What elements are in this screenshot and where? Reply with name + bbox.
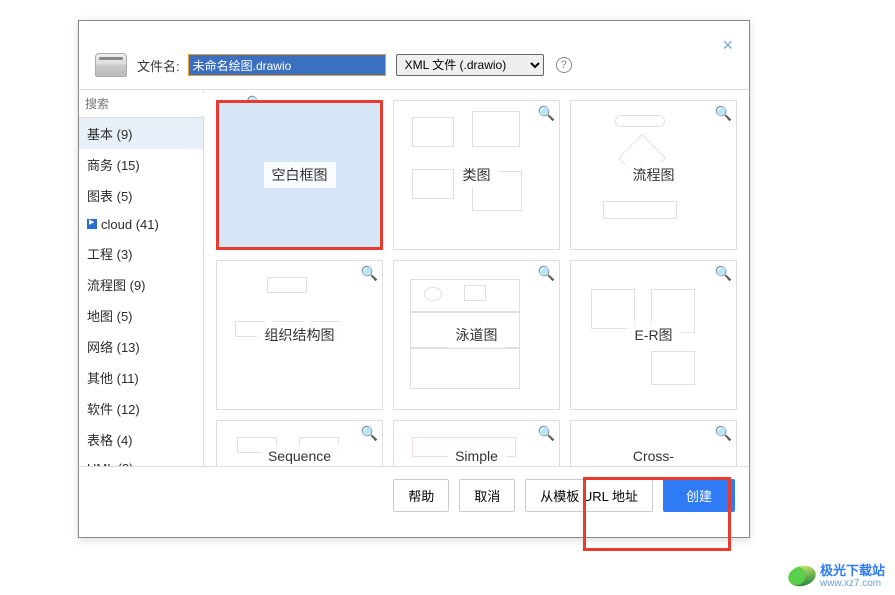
- category-list: 基本 (9) 商务 (15) 图表 (5) cloud (41) 工程 (3) 流程图 (…: [79, 118, 203, 466]
- category-label: 图表 (5): [87, 189, 133, 204]
- template-blank[interactable]: 空白框图: [216, 100, 383, 250]
- template-label: 组织结构图: [257, 322, 343, 348]
- category-label: 商务 (15): [87, 158, 140, 173]
- template-flowchart[interactable]: 🔍 流程图: [570, 100, 737, 250]
- from-url-button[interactable]: 从模板 URL 地址: [525, 479, 653, 512]
- file-format-select[interactable]: XML 文件 (.drawio): [396, 54, 544, 76]
- template-swimlane[interactable]: 🔍 泳道图: [393, 260, 560, 410]
- search-row: 🔍: [79, 90, 203, 118]
- close-icon[interactable]: ×: [722, 35, 733, 56]
- category-item[interactable]: 其他 (11): [79, 362, 203, 393]
- file-name-label: 文件名:: [137, 56, 180, 75]
- category-item[interactable]: 流程图 (9): [79, 269, 203, 300]
- file-name-input[interactable]: [188, 54, 386, 76]
- category-label: 网络 (13): [87, 340, 140, 355]
- category-item[interactable]: 地图 (5): [79, 300, 203, 331]
- template-label: 泳道图: [448, 322, 506, 348]
- zoom-icon[interactable]: 🔍: [715, 425, 732, 442]
- category-item[interactable]: 软件 (12): [79, 393, 203, 424]
- template-sequence[interactable]: 🔍 Sequence: [216, 420, 383, 466]
- help-icon[interactable]: ?: [556, 57, 572, 73]
- disk-icon: [95, 53, 127, 77]
- new-diagram-dialog: × 文件名: XML 文件 (.drawio) ? 🔍 基本 (9) 商务 (15…: [78, 20, 750, 538]
- category-label: 地图 (5): [87, 309, 133, 324]
- cancel-button[interactable]: 取消: [459, 479, 515, 512]
- watermark: 极光下载站 www.xz7.com: [788, 564, 885, 589]
- watermark-title: 极光下载站: [820, 564, 885, 578]
- category-item[interactable]: 商务 (15): [79, 149, 203, 180]
- template-label: Sequence: [260, 445, 339, 466]
- category-label: 流程图 (9): [87, 278, 146, 293]
- template-label: 流程图: [625, 162, 683, 188]
- create-button[interactable]: 创建: [663, 479, 735, 512]
- category-label: 其他 (11): [87, 371, 139, 386]
- template-label: 类图: [455, 162, 499, 188]
- template-label: E-R图: [626, 322, 680, 348]
- help-button[interactable]: 帮助: [393, 479, 449, 512]
- folder-icon: [87, 219, 97, 229]
- category-item[interactable]: 工程 (3): [79, 238, 203, 269]
- template-er-diagram[interactable]: 🔍 E-R图: [570, 260, 737, 410]
- category-label: 基本 (9): [87, 127, 133, 142]
- category-item[interactable]: cloud (41): [79, 211, 203, 238]
- category-label: 表格 (4): [87, 433, 133, 448]
- template-class-diagram[interactable]: 🔍 类图: [393, 100, 560, 250]
- category-label: UML (8): [87, 461, 133, 466]
- template-label: Cross-: [625, 445, 682, 466]
- dialog-footer: 帮助 取消 从模板 URL 地址 创建: [79, 467, 749, 524]
- dialog-body: 🔍 基本 (9) 商务 (15) 图表 (5) cloud (41) 工程 (3) 流程图…: [79, 89, 749, 467]
- category-label: 软件 (12): [87, 402, 140, 417]
- watermark-logo-icon: [786, 563, 818, 590]
- category-item[interactable]: UML (8): [79, 455, 203, 466]
- template-label: 空白框图: [264, 162, 336, 188]
- category-label: 工程 (3): [87, 247, 133, 262]
- template-cross[interactable]: 🔍 Cross-: [570, 420, 737, 466]
- category-item[interactable]: 基本 (9): [79, 118, 203, 149]
- sidebar: 🔍 基本 (9) 商务 (15) 图表 (5) cloud (41) 工程 (3) 流程图…: [79, 90, 204, 466]
- category-label: cloud (41): [101, 217, 159, 232]
- category-item[interactable]: 图表 (5): [79, 180, 203, 211]
- template-simple[interactable]: 🔍 Simple: [393, 420, 560, 466]
- watermark-url: www.xz7.com: [820, 578, 885, 589]
- template-label: Simple: [447, 445, 506, 466]
- dialog-header: 文件名: XML 文件 (.drawio) ?: [79, 21, 749, 89]
- category-item[interactable]: 表格 (4): [79, 424, 203, 455]
- category-item[interactable]: 网络 (13): [79, 331, 203, 362]
- template-grid: 空白框图 🔍 类图 🔍 流程图: [204, 90, 749, 466]
- template-org-chart[interactable]: 🔍 组织结构图: [216, 260, 383, 410]
